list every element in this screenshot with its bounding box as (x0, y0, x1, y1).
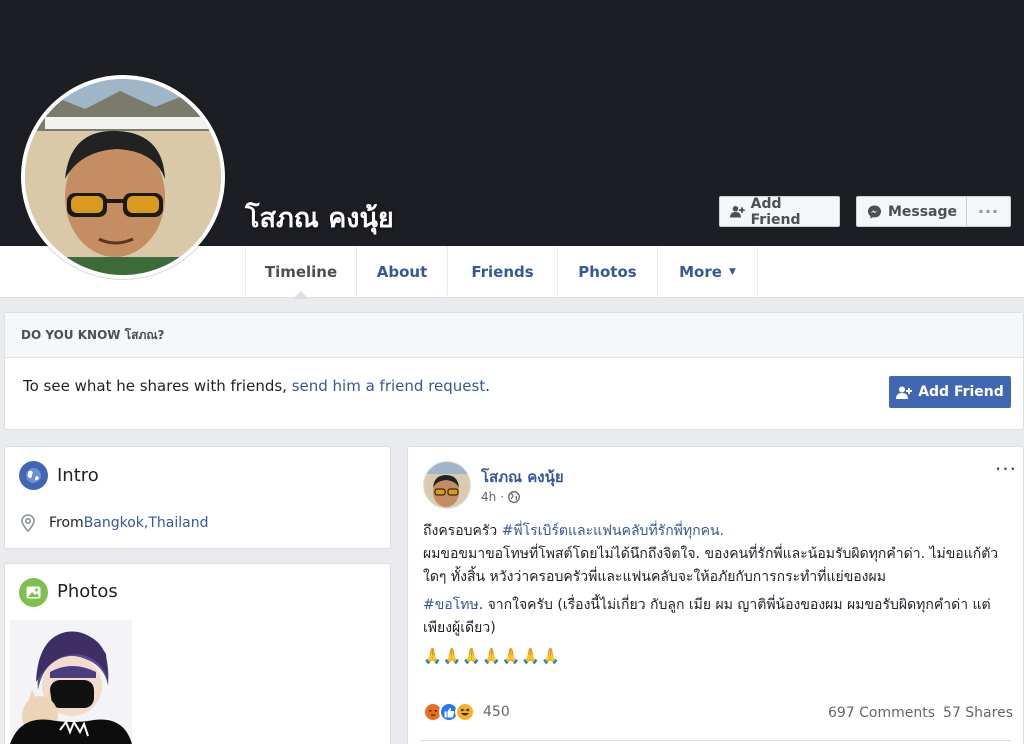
post-line-1: ถึงครอบครัว #พี่โรเบิร์ตและแฟนคลับที่รัก… (423, 520, 1018, 589)
location-pin-icon (21, 514, 35, 532)
post-line-1-prefix: ถึงครอบครัว (423, 523, 502, 539)
tab-timeline-label: Timeline (264, 263, 338, 281)
intro-title: Intro (57, 465, 99, 486)
hashtag-link[interactable]: #พี่โรเบิร์ตและแฟนคลับที่รักพี่ทุกคน. (502, 523, 724, 539)
tab-more-label: More (679, 263, 722, 281)
intro-card: Intro From Bangkok , Thailand (4, 446, 391, 549)
tab-friends[interactable]: Friends (447, 246, 557, 298)
globe-icon (19, 461, 48, 490)
hashtag-apology-link[interactable]: #ขอโทษ (423, 597, 479, 613)
post-body: ถึงครอบครัว #พี่โรเบิร์ตและแฟนคลับที่รัก… (423, 520, 1018, 673)
post-line-3: #ขอโทษ. จากใจครับ (เรื่องนี้ไม่เกี่ยว กั… (423, 594, 1018, 640)
post-card: โสภณ คงนุ้ย 4h · ··· ถึงครอบครัว #พี่โรเ… (407, 446, 1024, 744)
tab-about[interactable]: About (356, 246, 447, 298)
add-friend-icon (896, 386, 913, 399)
dot-separator: · (500, 490, 505, 504)
profile-more-button[interactable]: ··· (966, 196, 1011, 227)
add-friend-button[interactable]: Add Friend (719, 195, 840, 228)
add-friend-label: Add Friend (750, 195, 801, 228)
post-options-button[interactable]: ··· (995, 457, 1017, 481)
post-timestamp[interactable]: 4h · (481, 490, 521, 504)
do-you-know-text: To see what he shares with friends, send… (23, 377, 490, 395)
photos-icon (19, 578, 48, 607)
do-you-know-prefix: To see what he shares with friends, (23, 377, 292, 395)
profile-picture[interactable] (21, 75, 225, 279)
post-line-2: ผมขอขมาขอโทษที่โพสต์โดยไม่ได้นึกถึงจิตใจ… (423, 546, 999, 585)
tab-photos-label: Photos (578, 263, 637, 281)
message-label: Message (887, 203, 957, 220)
send-friend-request-link[interactable]: send him a friend request (292, 377, 486, 395)
shares-count-link[interactable]: 57 Shares (943, 705, 1013, 721)
chevron-down-icon: ▼ (728, 267, 736, 277)
reaction-count: 450 (483, 704, 510, 720)
photos-card: Photos (4, 563, 391, 744)
message-button[interactable]: Message (856, 196, 967, 227)
photo-thumbnail[interactable] (10, 620, 132, 744)
post-stats: 697 Comments 57 Shares (828, 705, 1013, 721)
messenger-icon (867, 204, 882, 219)
profile-photo-image (25, 79, 221, 275)
photos-title: Photos (57, 581, 118, 602)
globe-icon (508, 491, 521, 503)
intro-from-row: From Bangkok , Thailand (21, 514, 209, 532)
post-line-3-rest: . จากใจครับ (เรื่องนี้ไม่เกี่ยว กับลูก เ… (423, 597, 991, 636)
post-emoji-row: 🙏🙏🙏🙏🙏🙏🙏 (423, 647, 561, 665)
post-author-avatar[interactable] (423, 461, 471, 509)
post-divider (420, 740, 1011, 741)
post-author-name[interactable]: โสภณ คงนุ้ย (481, 465, 564, 489)
intro-country-link[interactable]: Thailand (148, 515, 208, 531)
reactions-summary[interactable]: 450 (423, 702, 510, 722)
intro-city-link[interactable]: Bangkok (84, 515, 144, 531)
add-friend-secondary-label: Add Friend (918, 384, 1004, 400)
tab-timeline[interactable]: Timeline (245, 246, 356, 299)
do-you-know-suffix: . (485, 377, 490, 395)
profile-name[interactable]: โสภณ คงนุ้ย (245, 196, 394, 239)
post-time-label: 4h (481, 490, 497, 504)
tab-more[interactable]: More ▼ (657, 246, 758, 298)
intro-from-label: From (49, 515, 84, 531)
do-you-know-card: DO YOU KNOW โสภณ? To see what he shares … (4, 312, 1024, 430)
tab-friends-label: Friends (471, 263, 534, 281)
add-friend-button-secondary[interactable]: Add Friend (889, 376, 1011, 408)
do-you-know-heading: DO YOU KNOW โสภณ? (5, 313, 1023, 358)
haha-reaction-icon (455, 702, 475, 722)
comments-count-link[interactable]: 697 Comments (828, 705, 935, 721)
add-friend-icon (730, 206, 745, 218)
tab-photos[interactable]: Photos (557, 246, 657, 298)
tab-about-label: About (376, 263, 428, 281)
